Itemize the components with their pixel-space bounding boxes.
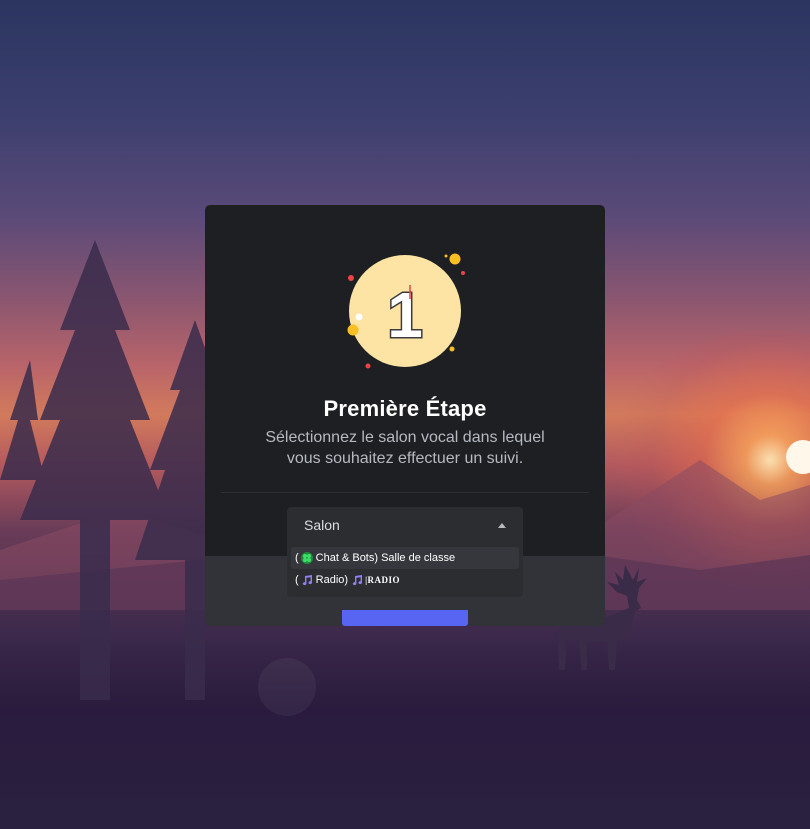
modal-subtitle: Sélectionnez le salon vocal dans lequel … [245, 427, 565, 469]
channel-dropdown-menu: ( Chat & Bots) Salle de classe ( Radio) … [287, 543, 523, 597]
onboarding-modal: 1 Première Étape Sélectionnez le salon v… [205, 205, 605, 626]
divider [221, 492, 589, 493]
option-suffix: |RADIO [365, 575, 401, 585]
step-number: 1 [387, 279, 423, 351]
option-prefix: ( [295, 574, 299, 586]
music-note-icon [301, 574, 314, 587]
option-salle-de-classe[interactable]: ( Chat & Bots) Salle de classe [291, 547, 519, 569]
step-one-badge: 1 [347, 253, 465, 369]
four-leaf-clover-icon [301, 552, 314, 565]
music-note-icon [350, 574, 363, 587]
channel-select[interactable]: Salon [287, 507, 523, 543]
option-prefix: ( [295, 552, 299, 564]
background-orb [258, 658, 316, 716]
option-radio[interactable]: ( Radio) |RADIO [291, 569, 519, 591]
next-button[interactable] [342, 610, 468, 626]
select-placeholder: Salon [304, 517, 340, 533]
option-label: Radio) [315, 574, 349, 586]
modal-title: Première Étape [323, 396, 487, 421]
chevron-up-icon [498, 522, 506, 528]
subtitle-line-2: vous souhaitez effectuer un suivi. [286, 450, 524, 467]
option-label: Chat & Bots) Salle de classe [315, 552, 456, 564]
subtitle-line-1: Sélectionnez le salon vocal dans lequel [265, 429, 545, 446]
